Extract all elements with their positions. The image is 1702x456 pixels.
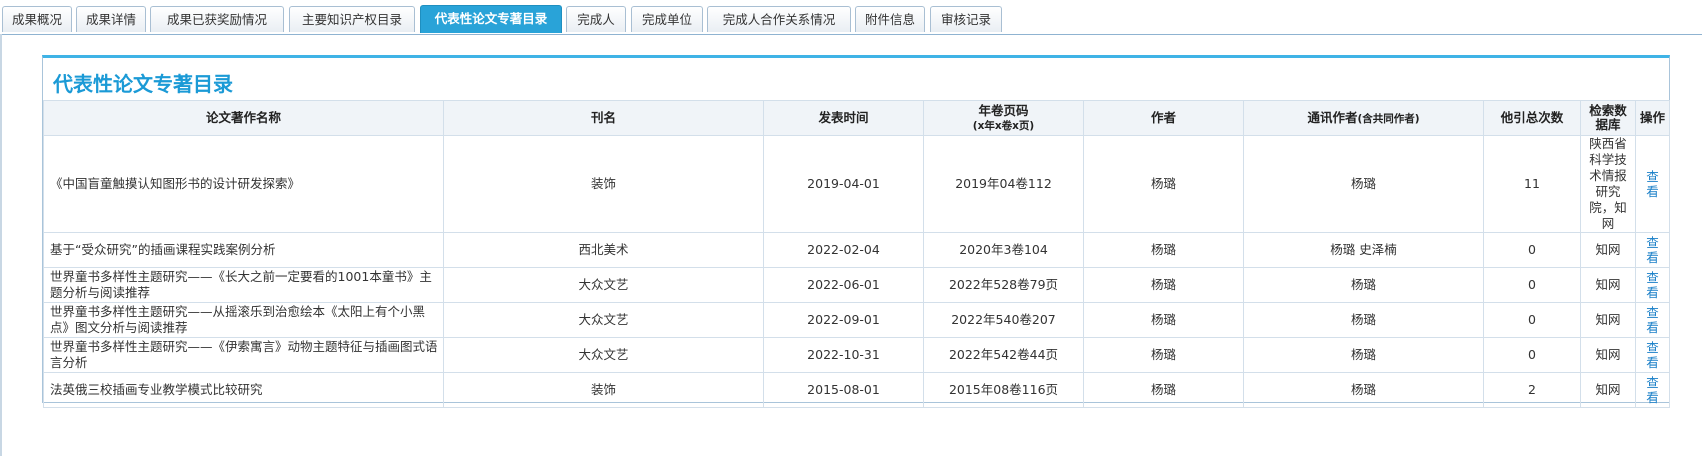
cell-op: 查看 (1635, 372, 1670, 408)
view-link[interactable]: 查看 (1645, 169, 1661, 199)
table-row: 世界童书多样性主题研究——《长大之前一定要看的1001本童书》主题分析与阅读推荐… (43, 267, 1670, 303)
tab-awards[interactable]: 成果已获奖励情况 (150, 6, 284, 32)
cell-journal: 大众文艺 (443, 267, 764, 303)
cell-cited: 0 (1483, 302, 1581, 338)
cell-cited: 11 (1483, 135, 1581, 233)
cell-corr: 杨璐 (1243, 302, 1484, 338)
tab-overview[interactable]: 成果概况 (2, 6, 72, 32)
cell-date: 2015-08-01 (763, 372, 924, 408)
col-header-op: 操作 (1635, 100, 1670, 136)
cell-author: 杨璐 (1083, 302, 1244, 338)
cell-op: 查看 (1635, 135, 1670, 233)
tab-ip-catalog[interactable]: 主要知识产权目录 (289, 6, 415, 32)
cell-db: 知网 (1580, 372, 1636, 408)
col-header-date: 发表时间 (763, 100, 924, 136)
tab-attachments[interactable]: 附件信息 (855, 6, 925, 32)
col-header-corr-sub: (含共同作者) (1357, 112, 1420, 125)
cell-op: 查看 (1635, 302, 1670, 338)
cell-op: 查看 (1635, 337, 1670, 373)
left-border (0, 34, 2, 456)
table-row: 法英俄三校插画专业教学模式比较研究 装饰 2015-08-01 2015年08卷… (43, 372, 1670, 408)
col-header-journal: 刊名 (443, 100, 764, 136)
panel-title: 代表性论文专著目录 (53, 72, 233, 96)
cell-volume: 2015年08卷116页 (923, 372, 1084, 408)
view-link[interactable]: 查看 (1645, 375, 1661, 405)
col-header-volume-sub: (x年x卷x页) (972, 119, 1035, 132)
cell-name: 世界童书多样性主题研究——《长大之前一定要看的1001本童书》主题分析与阅读推荐 (43, 267, 444, 303)
cell-date: 2019-04-01 (763, 135, 924, 233)
tab-cooperation[interactable]: 完成人合作关系情况 (707, 6, 851, 32)
cell-cited: 2 (1483, 372, 1581, 408)
cell-author: 杨璐 (1083, 135, 1244, 233)
col-header-corr-label: 通讯作者 (1307, 109, 1358, 125)
cell-journal: 西北美术 (443, 232, 764, 268)
col-header-volume: 年卷页码 (x年x卷x页) (923, 100, 1084, 136)
col-header-author: 作者 (1083, 100, 1244, 136)
col-header-db: 检索数据库 (1580, 100, 1636, 136)
cell-db: 知网 (1580, 302, 1636, 338)
tab-papers[interactable]: 代表性论文专著目录 (420, 5, 562, 33)
cell-volume: 2019年04卷112 (923, 135, 1084, 233)
papers-table: 论文著作名称 刊名 发表时间 年卷页码 (x年x卷x页) 作者 通讯作者(含共同作… (43, 100, 1670, 408)
cell-journal: 装饰 (443, 372, 764, 408)
table-row: 基于“受众研究”的插画课程实践案例分析 西北美术 2022-02-04 2020… (43, 232, 1670, 268)
cell-date: 2022-06-01 (763, 267, 924, 303)
col-header-name: 论文著作名称 (43, 100, 444, 136)
cell-volume: 2022年540卷207 (923, 302, 1084, 338)
view-link[interactable]: 查看 (1645, 340, 1661, 370)
tab-details[interactable]: 成果详情 (76, 6, 146, 32)
cell-date: 2022-09-01 (763, 302, 924, 338)
cell-author: 杨璐 (1083, 337, 1244, 373)
cell-corr: 杨璐 (1243, 337, 1484, 373)
cell-cited: 0 (1483, 267, 1581, 303)
cell-db: 知网 (1580, 232, 1636, 268)
papers-panel: 代表性论文专著目录 论文著作名称 刊名 发表时间 年卷页码 (x年x卷x页) 作者… (42, 55, 1670, 408)
cell-author: 杨璐 (1083, 232, 1244, 268)
cell-name: 世界童书多样性主题研究——《伊索寓言》动物主题特征与插画图式语言分析 (43, 337, 444, 373)
cell-name: 《中国盲童触摸认知图形书的设计研发探索》 (43, 135, 444, 233)
tab-bar: 成果概况 成果详情 成果已获奖励情况 主要知识产权目录 代表性论文专著目录 完成… (0, 0, 1702, 35)
cell-journal: 装饰 (443, 135, 764, 233)
cell-journal: 大众文艺 (443, 337, 764, 373)
table-row: 《中国盲童触摸认知图形书的设计研发探索》 装饰 2019-04-01 2019年… (43, 135, 1670, 233)
tab-audit[interactable]: 审核记录 (930, 6, 1002, 32)
cell-corr: 杨璐 (1243, 372, 1484, 408)
table-row: 世界童书多样性主题研究——《伊索寓言》动物主题特征与插画图式语言分析 大众文艺 … (43, 337, 1670, 373)
col-header-volume-label: 年卷页码 (978, 102, 1029, 118)
cell-name: 法英俄三校插画专业教学模式比较研究 (43, 372, 444, 408)
cell-db: 知网 (1580, 267, 1636, 303)
cell-op: 查看 (1635, 267, 1670, 303)
cell-name: 世界童书多样性主题研究——从摇滚乐到治愈绘本《太阳上有个小黑点》图文分析与阅读推… (43, 302, 444, 338)
cell-volume: 2020年3卷104 (923, 232, 1084, 268)
cell-date: 2022-10-31 (763, 337, 924, 373)
cell-corr: 杨璐 史泽楠 (1243, 232, 1484, 268)
cell-volume: 2022年528卷79页 (923, 267, 1084, 303)
cell-journal: 大众文艺 (443, 302, 764, 338)
cell-date: 2022-02-04 (763, 232, 924, 268)
cell-cited: 0 (1483, 337, 1581, 373)
cell-name: 基于“受众研究”的插画课程实践案例分析 (43, 232, 444, 268)
cell-corr: 杨璐 (1243, 267, 1484, 303)
cell-author: 杨璐 (1083, 372, 1244, 408)
col-header-cited: 他引总次数 (1483, 100, 1581, 136)
cell-volume: 2022年542卷44页 (923, 337, 1084, 373)
col-header-corr: 通讯作者(含共同作者) (1243, 100, 1484, 136)
view-link[interactable]: 查看 (1645, 270, 1661, 300)
cell-op: 查看 (1635, 232, 1670, 268)
tab-units[interactable]: 完成单位 (631, 6, 703, 32)
cell-corr: 杨璐 (1243, 135, 1484, 233)
cell-cited: 0 (1483, 232, 1581, 268)
tab-contributors[interactable]: 完成人 (566, 6, 626, 32)
table-row: 世界童书多样性主题研究——从摇滚乐到治愈绘本《太阳上有个小黑点》图文分析与阅读推… (43, 302, 1670, 338)
view-link[interactable]: 查看 (1645, 235, 1661, 265)
cell-db: 陕西省科学技术情报研究院，知网 (1580, 135, 1636, 233)
cell-db: 知网 (1580, 337, 1636, 373)
table-header-row: 论文著作名称 刊名 发表时间 年卷页码 (x年x卷x页) 作者 通讯作者(含共同作… (43, 100, 1670, 136)
cell-author: 杨璐 (1083, 267, 1244, 303)
view-link[interactable]: 查看 (1645, 305, 1661, 335)
